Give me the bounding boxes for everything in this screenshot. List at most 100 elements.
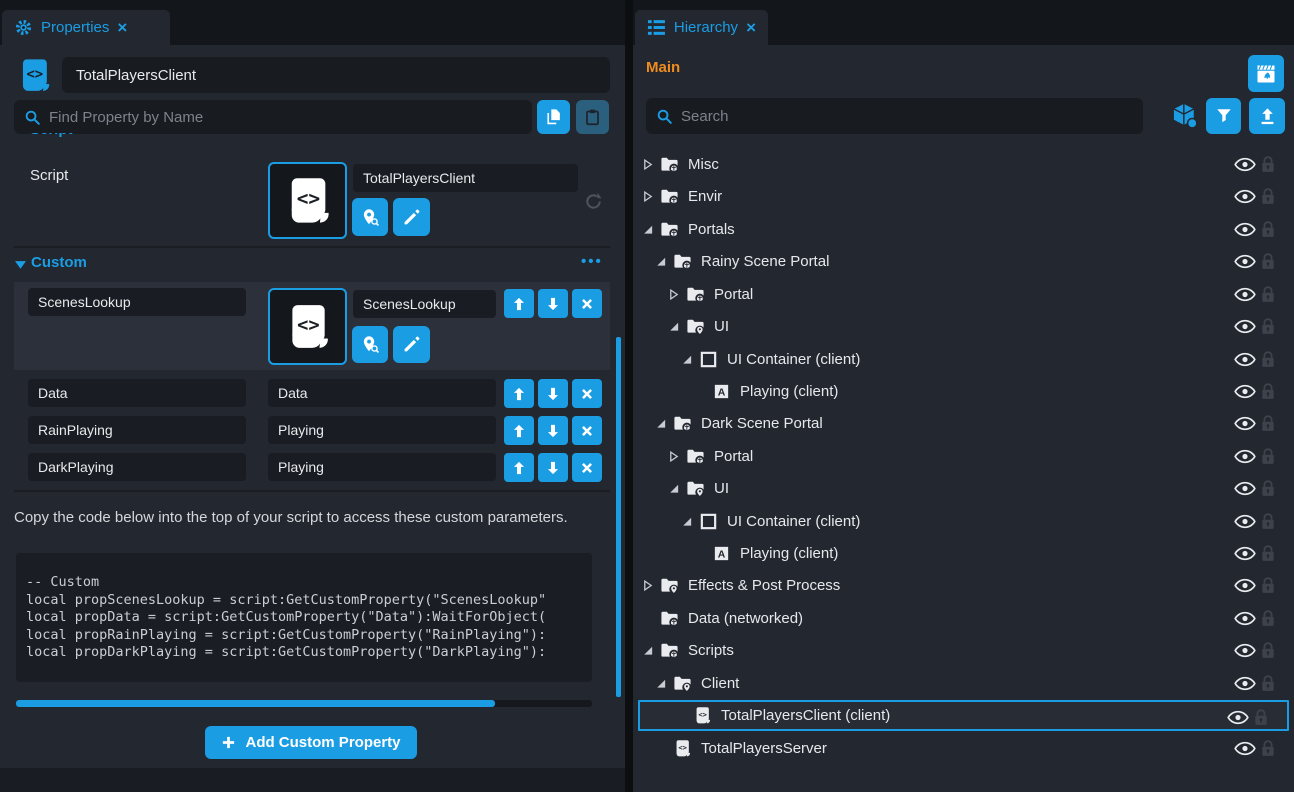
visibility-eye-icon[interactable] xyxy=(1234,319,1256,334)
visibility-eye-icon[interactable] xyxy=(1234,449,1256,464)
visibility-eye-icon[interactable] xyxy=(1234,643,1256,658)
move-property-up-button[interactable] xyxy=(504,416,534,445)
custom-property-value[interactable]: ScenesLookup xyxy=(353,290,496,318)
visibility-eye-icon[interactable] xyxy=(1234,481,1256,496)
visibility-eye-icon[interactable] xyxy=(1234,352,1256,367)
tree-row[interactable]: APlaying (client) xyxy=(633,538,1294,569)
visibility-eye-icon[interactable] xyxy=(1234,222,1256,237)
scene-root-label[interactable]: Main xyxy=(646,59,680,76)
tree-row[interactable]: Portal xyxy=(633,279,1294,310)
object-name-field[interactable] xyxy=(62,57,610,93)
scene-manager-button[interactable] xyxy=(1248,55,1284,92)
tree-row[interactable]: Effects & Post Process xyxy=(633,570,1294,601)
visibility-eye-icon[interactable] xyxy=(1234,157,1256,172)
expand-arrow-open-icon[interactable] xyxy=(656,256,671,268)
visibility-eye-icon[interactable] xyxy=(1234,416,1256,431)
visibility-eye-icon[interactable] xyxy=(1234,676,1256,691)
delete-property-button[interactable] xyxy=(572,416,602,445)
delete-property-button[interactable] xyxy=(572,379,602,408)
lock-icon[interactable] xyxy=(1261,318,1275,335)
lock-icon[interactable] xyxy=(1261,610,1275,627)
visibility-eye-icon[interactable] xyxy=(1234,254,1256,269)
tree-row[interactable]: Data (networked) xyxy=(633,603,1294,634)
lock-icon[interactable] xyxy=(1261,642,1275,659)
tree-row[interactable]: Envir xyxy=(633,181,1294,212)
lock-icon[interactable] xyxy=(1261,480,1275,497)
paste-properties-button[interactable] xyxy=(576,100,609,134)
horizontal-scrollbar[interactable] xyxy=(16,700,592,707)
delete-property-button[interactable] xyxy=(572,289,602,318)
tree-row[interactable]: Misc xyxy=(633,149,1294,180)
move-property-down-button[interactable] xyxy=(538,379,568,408)
lock-icon[interactable] xyxy=(1261,448,1275,465)
vertical-scrollbar-thumb[interactable] xyxy=(616,337,621,697)
close-icon[interactable]: × xyxy=(117,19,127,36)
lock-icon[interactable] xyxy=(1261,545,1275,562)
visibility-eye-icon[interactable] xyxy=(1234,741,1256,756)
move-property-down-button[interactable] xyxy=(538,453,568,482)
delete-property-button[interactable] xyxy=(572,453,602,482)
visibility-eye-icon[interactable] xyxy=(1234,287,1256,302)
lock-icon[interactable] xyxy=(1261,675,1275,692)
custom-section-menu[interactable]: ••• xyxy=(581,253,603,270)
custom-asset-thumbnail[interactable]: <> xyxy=(268,288,347,365)
tree-row[interactable]: Portals xyxy=(633,214,1294,245)
lock-icon[interactable] xyxy=(1261,253,1275,270)
move-property-up-button[interactable] xyxy=(504,379,534,408)
find-in-catalog-button[interactable] xyxy=(352,198,388,236)
lock-icon[interactable] xyxy=(1261,286,1275,303)
lock-icon[interactable] xyxy=(1261,188,1275,205)
script-asset-value[interactable]: TotalPlayersClient xyxy=(353,164,578,192)
custom-property-value[interactable]: Playing xyxy=(268,453,496,481)
visibility-eye-icon[interactable] xyxy=(1234,384,1256,399)
expand-arrow-open-icon[interactable] xyxy=(682,516,697,528)
custom-property-name-field[interactable] xyxy=(28,453,246,481)
tree-row[interactable]: UI Container (client) xyxy=(633,506,1294,537)
horizontal-scrollbar-thumb[interactable] xyxy=(16,700,495,707)
tab-properties[interactable]: Properties × xyxy=(2,10,170,45)
tree-row[interactable]: Scripts xyxy=(633,635,1294,666)
edit-script-button[interactable] xyxy=(393,198,430,236)
script-asset-thumbnail[interactable]: <> xyxy=(268,162,347,239)
tree-row[interactable]: UI Container (client) xyxy=(633,344,1294,375)
custom-property-name-field[interactable] xyxy=(28,288,246,316)
expand-arrow-open-icon[interactable] xyxy=(656,678,671,690)
custom-property-name-field[interactable] xyxy=(28,416,246,444)
expand-arrow-open-icon[interactable] xyxy=(669,321,684,333)
move-property-up-button[interactable] xyxy=(504,289,534,318)
move-property-down-button[interactable] xyxy=(538,416,568,445)
custom-property-value[interactable]: Playing xyxy=(268,416,496,444)
expand-arrow-closed-icon[interactable] xyxy=(669,289,684,301)
visibility-eye-icon[interactable] xyxy=(1234,189,1256,204)
tree-row[interactable]: UI xyxy=(633,311,1294,342)
tree-row[interactable]: Portal xyxy=(633,441,1294,472)
move-property-down-button[interactable] xyxy=(538,289,568,318)
filter-button[interactable] xyxy=(1206,98,1241,134)
find-in-catalog-button[interactable] xyxy=(352,326,388,363)
visibility-eye-icon[interactable] xyxy=(1234,578,1256,593)
expand-arrow-open-icon[interactable] xyxy=(669,483,684,495)
lock-icon[interactable] xyxy=(1254,709,1268,726)
tree-row[interactable]: UI xyxy=(633,473,1294,504)
add-custom-property-button[interactable]: Add Custom Property xyxy=(205,726,417,759)
move-property-up-button[interactable] xyxy=(504,453,534,482)
close-icon[interactable]: × xyxy=(746,19,756,36)
lock-icon[interactable] xyxy=(1261,577,1275,594)
tree-row[interactable]: Dark Scene Portal xyxy=(633,408,1294,439)
visibility-eye-icon[interactable] xyxy=(1234,546,1256,561)
tab-hierarchy[interactable]: Hierarchy × xyxy=(635,10,768,45)
hierarchy-search-input[interactable] xyxy=(681,108,1133,125)
property-search-input[interactable] xyxy=(49,109,522,126)
custom-code-block[interactable]: -- Customlocal propScenesLookup = script… xyxy=(16,553,592,682)
expand-arrow-open-icon[interactable] xyxy=(656,418,671,430)
tree-row[interactable]: Client xyxy=(633,668,1294,699)
lock-icon[interactable] xyxy=(1261,513,1275,530)
tree-row[interactable]: <>TotalPlayersServer xyxy=(633,733,1294,764)
tree-row[interactable]: APlaying (client) xyxy=(633,376,1294,407)
templates-cube-icon[interactable] xyxy=(1171,101,1199,130)
copy-properties-button[interactable] xyxy=(537,100,570,134)
tree-row-selected[interactable]: <>TotalPlayersClient (client) xyxy=(638,700,1289,731)
expand-arrow-closed-icon[interactable] xyxy=(669,451,684,463)
lock-icon[interactable] xyxy=(1261,740,1275,757)
visibility-eye-icon[interactable] xyxy=(1234,611,1256,626)
